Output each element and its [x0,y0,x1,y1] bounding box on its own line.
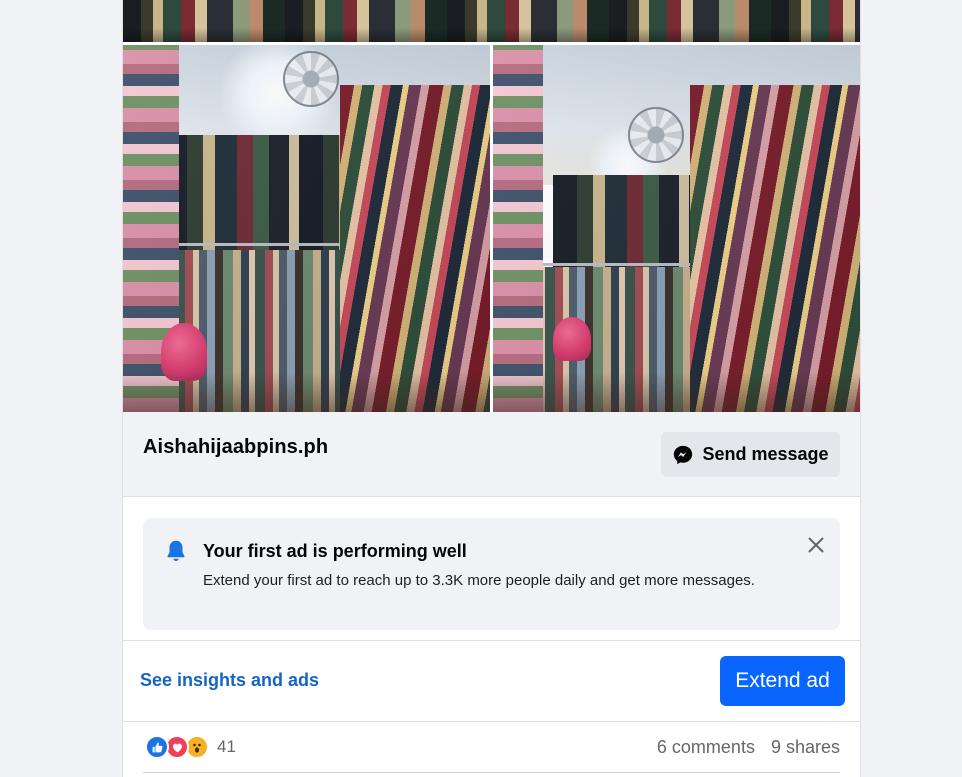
shares-count[interactable]: 9 shares [771,737,840,758]
messenger-icon [674,445,693,464]
bell-icon [167,540,185,562]
shop-photo-right[interactable] [493,45,860,412]
close-icon[interactable] [803,532,829,558]
page-name[interactable]: Aishahijaabpins.ph [143,436,328,459]
send-message-button[interactable]: Send message [661,432,840,477]
divider [123,640,860,641]
notice-title: Your first ad is performing well [203,541,467,561]
reaction-summary[interactable]: 41 [145,735,236,759]
engagement-counts: 6 comments 9 shares [657,737,840,758]
like-icon [145,735,169,759]
comments-count[interactable]: 6 comments [657,737,755,758]
extend-ad-button[interactable]: Extend ad [720,656,845,706]
shop-photo-left[interactable] [123,45,490,412]
see-insights-link[interactable]: See insights and ads [140,670,319,691]
send-message-label: Send message [702,444,829,464]
notice-body: Extend your first ad to reach up to 3.3K… [203,572,755,589]
divider [123,721,860,722]
ad-footer: Aishahijaabpins.ph Send message [123,412,860,497]
reaction-count: 41 [217,737,236,756]
ad-post-card: Aishahijaabpins.ph Send message Your fir… [122,0,861,777]
performance-notice: Your first ad is performing well Extend … [143,518,840,630]
shop-photo-top[interactable] [123,0,860,42]
divider [143,772,840,773]
